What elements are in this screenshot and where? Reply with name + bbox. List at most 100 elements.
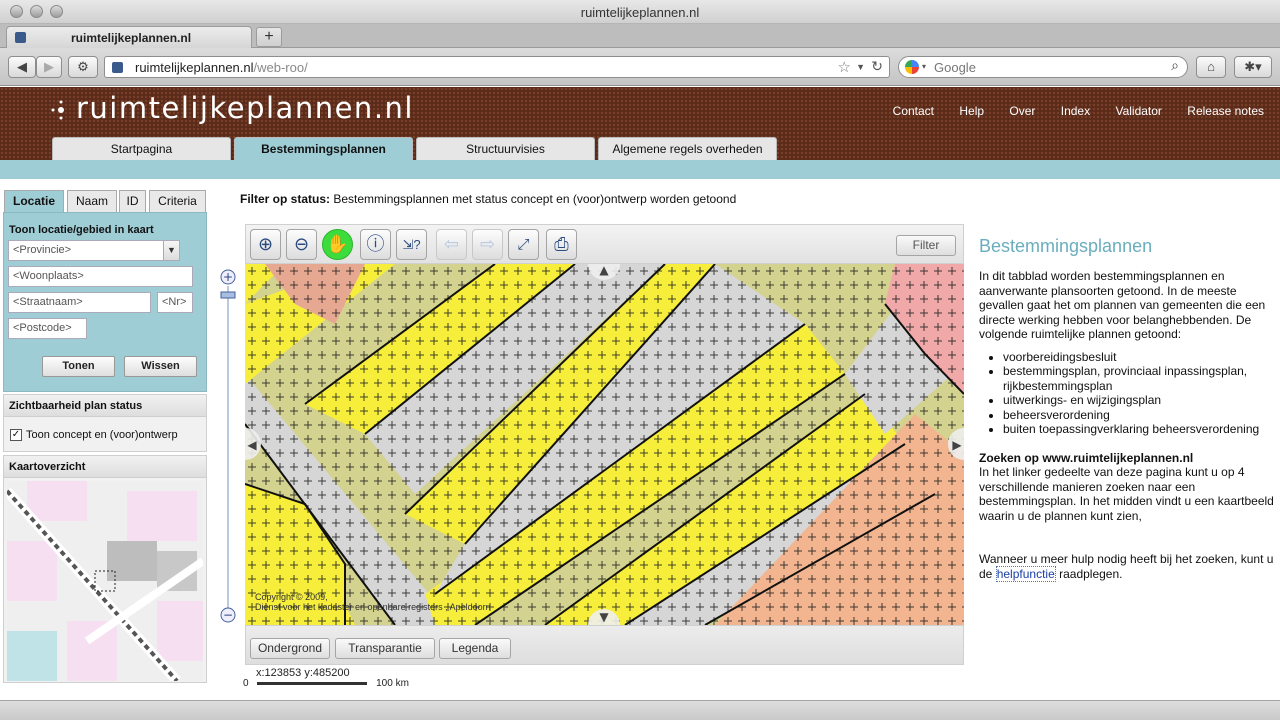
- link-help[interactable]: Help: [959, 104, 984, 118]
- search-placeholder: Google: [934, 60, 976, 75]
- copyright-line-1: Copyright © 2009,: [255, 592, 328, 602]
- transparantie-button[interactable]: Transparantie: [335, 638, 435, 659]
- scale-left: 0: [243, 678, 249, 689]
- back-icon[interactable]: ⇦: [436, 229, 467, 260]
- scale-bar: 0 100 km: [243, 678, 409, 689]
- forward-icon[interactable]: ⇨: [472, 229, 503, 260]
- google-icon: [905, 60, 919, 74]
- link-index[interactable]: Index: [1061, 104, 1090, 118]
- scale-line: [257, 681, 368, 685]
- forward-button[interactable]: ▶: [36, 56, 62, 78]
- site-header: ruimtelijkeplannen.nl Contact Help Over …: [0, 87, 1280, 160]
- tab-naam[interactable]: Naam: [67, 190, 117, 212]
- map-toolbar: ⊕ ⊖ ✋ ⓘ ⇲? ⇦ ⇨ ⤢ ⎙ Filter: [245, 224, 964, 264]
- wissen-button[interactable]: Wissen: [124, 356, 197, 377]
- favicon-icon: [15, 32, 26, 43]
- copyright-line-2: Dienst voor het kadaster en openbare reg…: [255, 602, 491, 612]
- kaartoverzicht-panel: Kaartoverzicht: [3, 455, 207, 683]
- list-item: uitwerkings- en wijzigingsplan: [1003, 393, 1275, 408]
- tab-structuurvisies[interactable]: Structuurvisies: [416, 137, 595, 160]
- link-validator[interactable]: Validator: [1115, 104, 1161, 118]
- svg-text:▼: ▼: [599, 610, 609, 624]
- svg-text:◀: ◀: [247, 438, 257, 452]
- search-heading: Zoeken op www.ruimtelijkeplannen.nl: [979, 450, 1194, 465]
- zoom-out-icon[interactable]: ⊖: [286, 229, 317, 260]
- svg-text:▶: ▶: [952, 438, 962, 452]
- home-icon[interactable]: ⌂: [1196, 56, 1226, 78]
- svg-text:+: +: [223, 270, 233, 284]
- locatie-panel: Toon locatie/gebied in kaart <Provincie>…: [3, 212, 207, 392]
- top-nav: Contact Help Over Index Validator Releas…: [871, 104, 1264, 118]
- browser-toolbar: ◀ ▶ ⚙ ruimtelijkeplannen.nl/web-roo/ ☆ ▼…: [0, 48, 1280, 86]
- search-text: In het linker gedeelte van deze pagina k…: [979, 465, 1274, 523]
- search-icon[interactable]: ⌕: [1171, 57, 1179, 74]
- info-intro: In dit tabblad worden bestemmingsplannen…: [979, 269, 1266, 341]
- map-canvas[interactable]: ▲ ▼ ◀ ▶ Copyright © 2009, Dienst voor he…: [245, 264, 964, 625]
- tab-strip: [0, 160, 1280, 179]
- filter-status: Filter op status: Bestemmingsplannen met…: [240, 192, 736, 206]
- scale-right: 100 km: [376, 678, 409, 689]
- back-button[interactable]: ◀: [8, 56, 36, 78]
- tab-id[interactable]: ID: [119, 190, 146, 212]
- window-title: ruimtelijkeplannen.nl: [580, 5, 700, 20]
- browser-tab[interactable]: ruimtelijkeplannen.nl: [6, 26, 252, 48]
- zoom-slider[interactable]: + −: [219, 268, 237, 624]
- provincie-value: <Provincie>: [13, 244, 72, 256]
- helpfunctie-link[interactable]: helpfunctie: [995, 565, 1056, 582]
- zichtbaarheid-panel: Zichtbaarheid plan status ✓ Toon concept…: [3, 394, 207, 452]
- search-box[interactable]: ▾ Google ⌕: [898, 56, 1188, 78]
- help-post: raadplegen.: [1059, 566, 1123, 581]
- postcode-input[interactable]: <Postcode>: [8, 318, 87, 339]
- locatie-heading: Toon locatie/gebied in kaart: [9, 224, 154, 236]
- list-item: bestemmingsplan, provinciaal inpassingsp…: [1003, 364, 1275, 393]
- logo-dots-icon: [51, 100, 64, 120]
- bookmark-star-icon[interactable]: ☆: [838, 58, 851, 76]
- straatnaam-input[interactable]: <Straatnaam>: [8, 292, 151, 313]
- zichtbaarheid-title: Zichtbaarheid plan status: [4, 395, 206, 417]
- site-logo[interactable]: ruimtelijkeplannen.nl: [76, 91, 414, 125]
- browser-statusbar: [0, 700, 1280, 720]
- provincie-select[interactable]: <Provincie> ▼: [8, 240, 180, 261]
- map-bottom-bar: Ondergrond Transparantie Legenda: [245, 625, 964, 665]
- info-body: In dit tabblad worden bestemmingsplannen…: [979, 269, 1275, 582]
- link-release-notes[interactable]: Release notes: [1187, 104, 1264, 118]
- favicon-icon: [112, 62, 123, 73]
- list-item: voorbereidingsbesluit: [1003, 350, 1275, 365]
- tab-locatie[interactable]: Locatie: [4, 190, 64, 212]
- concept-checkbox[interactable]: ✓: [10, 429, 22, 441]
- print-icon[interactable]: ⎙: [546, 229, 577, 260]
- list-item: beheersverordening: [1003, 408, 1275, 423]
- link-over[interactable]: Over: [1009, 104, 1035, 118]
- overview-map[interactable]: [7, 481, 203, 681]
- kaartoverzicht-title: Kaartoverzicht: [4, 456, 206, 478]
- reload-icon[interactable]: ↻: [871, 58, 883, 75]
- info-title: Bestemmingsplannen: [979, 236, 1153, 256]
- chevron-down-icon[interactable]: ▼: [163, 241, 179, 260]
- history-dropdown-icon[interactable]: ▼: [856, 62, 865, 72]
- address-bar[interactable]: ruimtelijkeplannen.nl/web-roo/ ☆ ▼ ↻: [104, 56, 890, 78]
- chevron-down-icon[interactable]: ▾: [922, 62, 926, 71]
- ondergrond-button[interactable]: Ondergrond: [250, 638, 330, 659]
- tonen-button[interactable]: Tonen: [42, 356, 115, 377]
- tab-bestemmingsplannen[interactable]: Bestemmingsplannen: [234, 137, 413, 160]
- tab-algemene-regels[interactable]: Algemene regels overheden: [598, 137, 777, 160]
- map-copyright: Copyright © 2009, Dienst voor het kadast…: [255, 592, 491, 612]
- extensions-icon[interactable]: ⚙: [68, 56, 98, 78]
- tab-criteria[interactable]: Criteria: [149, 190, 206, 212]
- list-item: buiten toepassingverklaring beheersveror…: [1003, 422, 1275, 437]
- tab-startpagina[interactable]: Startpagina: [52, 137, 231, 160]
- new-tab-button[interactable]: +: [256, 27, 282, 47]
- bookmarks-icon[interactable]: ✱▾: [1234, 56, 1272, 78]
- pan-hand-icon[interactable]: ✋: [322, 229, 353, 260]
- full-extent-icon[interactable]: ⤢: [508, 229, 539, 260]
- link-contact[interactable]: Contact: [893, 104, 934, 118]
- filter-status-label: Filter op status:: [240, 192, 331, 206]
- zoom-in-icon[interactable]: ⊕: [250, 229, 281, 260]
- info-icon[interactable]: ⓘ: [360, 229, 391, 260]
- woonplaats-input[interactable]: <Woonplaats>: [8, 266, 193, 287]
- legenda-button[interactable]: Legenda: [439, 638, 511, 659]
- svg-text:−: −: [223, 608, 233, 622]
- huisnummer-input[interactable]: <Nr>: [157, 292, 193, 313]
- measure-icon[interactable]: ⇲?: [396, 229, 427, 260]
- filter-button[interactable]: Filter: [896, 235, 956, 256]
